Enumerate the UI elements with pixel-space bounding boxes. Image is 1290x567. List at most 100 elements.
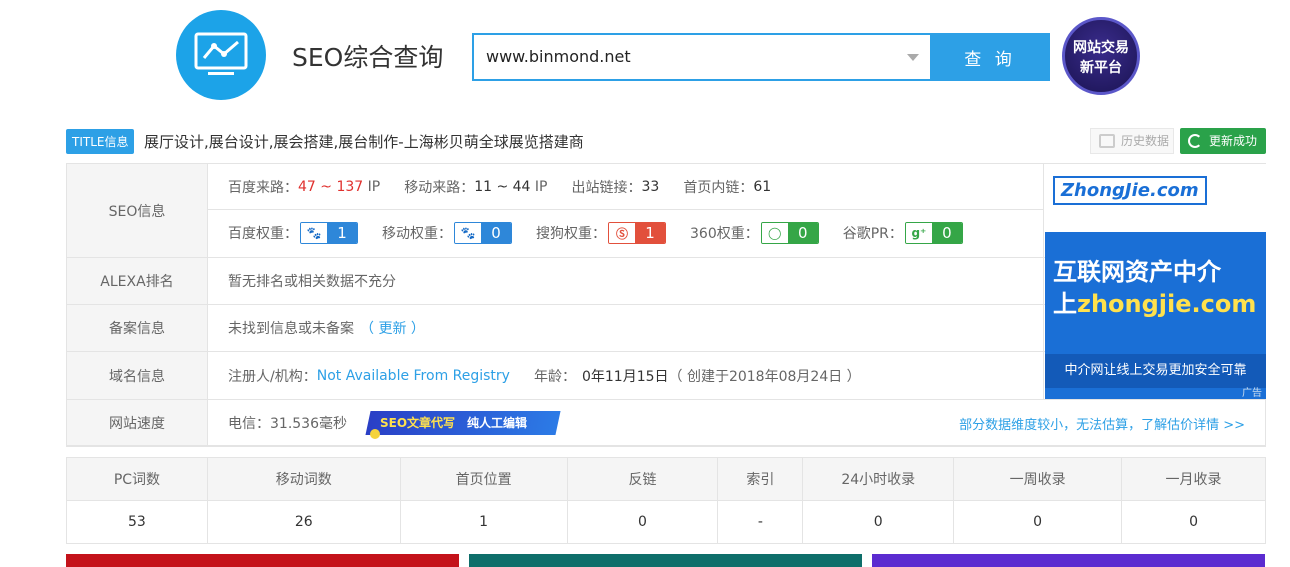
- beian-update-link[interactable]: （ 更新 ）: [360, 318, 425, 338]
- search-input[interactable]: [486, 47, 886, 66]
- info-table: SEO信息 百度来路： 47 ~ 137 IP 移动来路： 11 ~ 44 IP…: [66, 163, 1266, 447]
- stats-value-pc[interactable]: 53: [66, 500, 208, 544]
- ad-tag: 广告: [1242, 388, 1262, 399]
- header: SEO综合查询 查 询 网站交易 新平台: [0, 0, 1290, 120]
- 360-weight-badge[interactable]: ◯ 0: [760, 222, 819, 244]
- bottom-ad-2[interactable]: [469, 554, 862, 567]
- sogou-weight-value: 1: [635, 223, 665, 243]
- stats-value-row: 53 26 1 0 - 0 0 0: [66, 500, 1266, 544]
- title-tag: TITLE信息: [66, 129, 135, 154]
- internal-label: 首页内链：: [683, 179, 754, 196]
- promo-line1: 网站交易: [1073, 40, 1129, 56]
- banner-right-text: 纯人工编辑: [467, 416, 528, 430]
- stats-header: 索引: [717, 457, 804, 501]
- stats-header-row: PC词数 移动词数 首页位置 反链 索引 24小时收录 一周收录 一月收录: [66, 457, 1266, 501]
- stats-value-backlinks[interactable]: 0: [566, 500, 719, 544]
- stats-header: 一月收录: [1121, 457, 1266, 501]
- 360-icon: ◯: [761, 223, 788, 243]
- seo-traffic-line: 百度来路： 47 ~ 137 IP 移动来路： 11 ~ 44 IP 出站链接：…: [208, 164, 1043, 210]
- ad-bottom-text: 中介网让线上交易更加安全可靠: [1045, 354, 1266, 388]
- row-label: 备案信息: [67, 305, 208, 351]
- banner-dot: [370, 429, 380, 439]
- seo-body: 百度来路： 47 ~ 137 IP 移动来路： 11 ~ 44 IP 出站链接：…: [208, 164, 1044, 257]
- promo-badge[interactable]: 网站交易 新平台: [1062, 17, 1140, 95]
- history-label: 历史数据: [1121, 134, 1170, 148]
- ad-line1: 互联网资产中介: [1053, 258, 1221, 286]
- ad-banner[interactable]: ZhongJie.com 互联网资产中介 上zhongjie.com 中介网让线…: [1045, 164, 1266, 399]
- row-label: SEO信息: [67, 164, 208, 257]
- alexa-body: 暂无排名或相关数据不充分: [208, 258, 1044, 304]
- seo-writing-banner[interactable]: SEO文章代写 纯人工编辑: [365, 411, 561, 435]
- stats-header: 移动词数: [206, 457, 401, 501]
- stats-header: 反链: [566, 457, 719, 501]
- google-pr-value: 0: [931, 223, 962, 243]
- history-icon: [1099, 134, 1115, 148]
- paw-icon: 🐾: [301, 223, 327, 243]
- ad-top: ZhongJie.com: [1045, 164, 1266, 232]
- created-date: （ 创建于2018年08月24日 ）: [668, 368, 861, 385]
- registrant-value[interactable]: Not Available From Registry: [317, 368, 510, 384]
- page-title: SEO综合查询: [292, 43, 444, 72]
- registrant-label: 注册人/机构：: [228, 368, 317, 385]
- speed-body: 电信：31.536毫秒 SEO文章代写 纯人工编辑 部分数据维度较小，无法估算，了…: [208, 400, 1265, 445]
- age-label: 年龄：: [533, 368, 576, 385]
- history-data-button[interactable]: 历史数据: [1090, 128, 1174, 154]
- refresh-icon: [1188, 134, 1202, 148]
- mobile-weight-label: 移动权重：: [382, 226, 452, 242]
- telecom-speed: 电信：31.536毫秒: [228, 415, 347, 432]
- stats-header: 24小时收录: [802, 457, 955, 501]
- 360-weight-value: 0: [787, 223, 818, 243]
- stats-value-mobile[interactable]: 26: [206, 500, 401, 544]
- beian-body: 未找到信息或未备案 （ 更新 ）: [208, 305, 1044, 351]
- mobile-source-unit: IP: [534, 178, 548, 195]
- stats-table: PC词数 移动词数 首页位置 反链 索引 24小时收录 一周收录 一月收录 53…: [66, 457, 1266, 544]
- stats-header: PC词数: [66, 457, 208, 501]
- site-logo[interactable]: [176, 10, 266, 100]
- chevron-down-icon[interactable]: [907, 54, 919, 61]
- stats-header: 首页位置: [399, 457, 568, 501]
- outbound-value[interactable]: 33: [642, 179, 660, 195]
- ad-logo: ZhongJie.com: [1053, 176, 1207, 205]
- google-pr-badge[interactable]: g⁺ 0: [904, 222, 963, 244]
- stats-value-week: 0: [953, 500, 1123, 544]
- google-pr-label: 谷歌PR：: [842, 226, 903, 242]
- update-button[interactable]: 更新成功: [1180, 128, 1266, 154]
- bottom-ad-1[interactable]: [66, 554, 459, 567]
- stats-value-month: 0: [1121, 500, 1266, 544]
- paw-icon: 🐾: [455, 223, 481, 243]
- sogou-weight-label: 搜狗权重：: [536, 226, 606, 242]
- baidu-weight-label: 百度权重：: [228, 226, 298, 242]
- promo-line2: 新平台: [1080, 60, 1122, 76]
- bottom-ad-3[interactable]: [872, 554, 1265, 567]
- row-label: 域名信息: [67, 352, 208, 399]
- outbound-label: 出站链接：: [571, 179, 642, 196]
- stats-value-homepage: 1: [399, 500, 568, 544]
- row-label: 网站速度: [67, 400, 208, 445]
- search-button[interactable]: 查 询: [930, 33, 1050, 81]
- row-speed: 网站速度 电信：31.536毫秒 SEO文章代写 纯人工编辑 部分数据维度较小，无…: [67, 400, 1265, 446]
- age-value: 0年11月15日: [581, 368, 669, 385]
- valuation-detail-link[interactable]: 部分数据维度较小，无法估算，了解估价详情 >>: [959, 414, 1245, 433]
- mobile-weight-badge[interactable]: 🐾 0: [454, 222, 512, 244]
- beian-text: 未找到信息或未备案: [228, 321, 354, 337]
- monitor-chart-icon: [194, 32, 248, 75]
- 360-weight-label: 360权重：: [690, 226, 759, 242]
- mobile-source-value: 11 ~ 44: [474, 178, 531, 195]
- google-plus-icon: g⁺: [905, 223, 932, 243]
- title-row: TITLE信息 展厅设计,展台设计,展会搭建,展台制作-上海彬贝萌全球展览搭建商…: [66, 128, 1266, 156]
- ad-line2-domain: zhongjie.com: [1077, 290, 1257, 318]
- stats-value-index: -: [717, 500, 804, 544]
- update-label: 更新成功: [1209, 134, 1258, 148]
- alexa-text: 暂无排名或相关数据不充分: [228, 274, 396, 290]
- sogou-icon: Ⓢ: [609, 223, 635, 243]
- baidu-source-value: 47 ~ 137: [298, 178, 364, 195]
- ad-line2-prefix: 上: [1053, 290, 1077, 318]
- stats-value-24h: 0: [802, 500, 955, 544]
- sogou-weight-badge[interactable]: Ⓢ 1: [608, 222, 666, 244]
- baidu-weight-badge[interactable]: 🐾 1: [300, 222, 358, 244]
- search-box[interactable]: [472, 33, 932, 81]
- title-text: 展厅设计,展台设计,展会搭建,展台制作-上海彬贝萌全球展览搭建商: [144, 133, 584, 151]
- internal-value[interactable]: 61: [753, 179, 771, 195]
- baidu-source-unit: IP: [367, 178, 381, 195]
- baidu-weight-value: 1: [327, 223, 357, 243]
